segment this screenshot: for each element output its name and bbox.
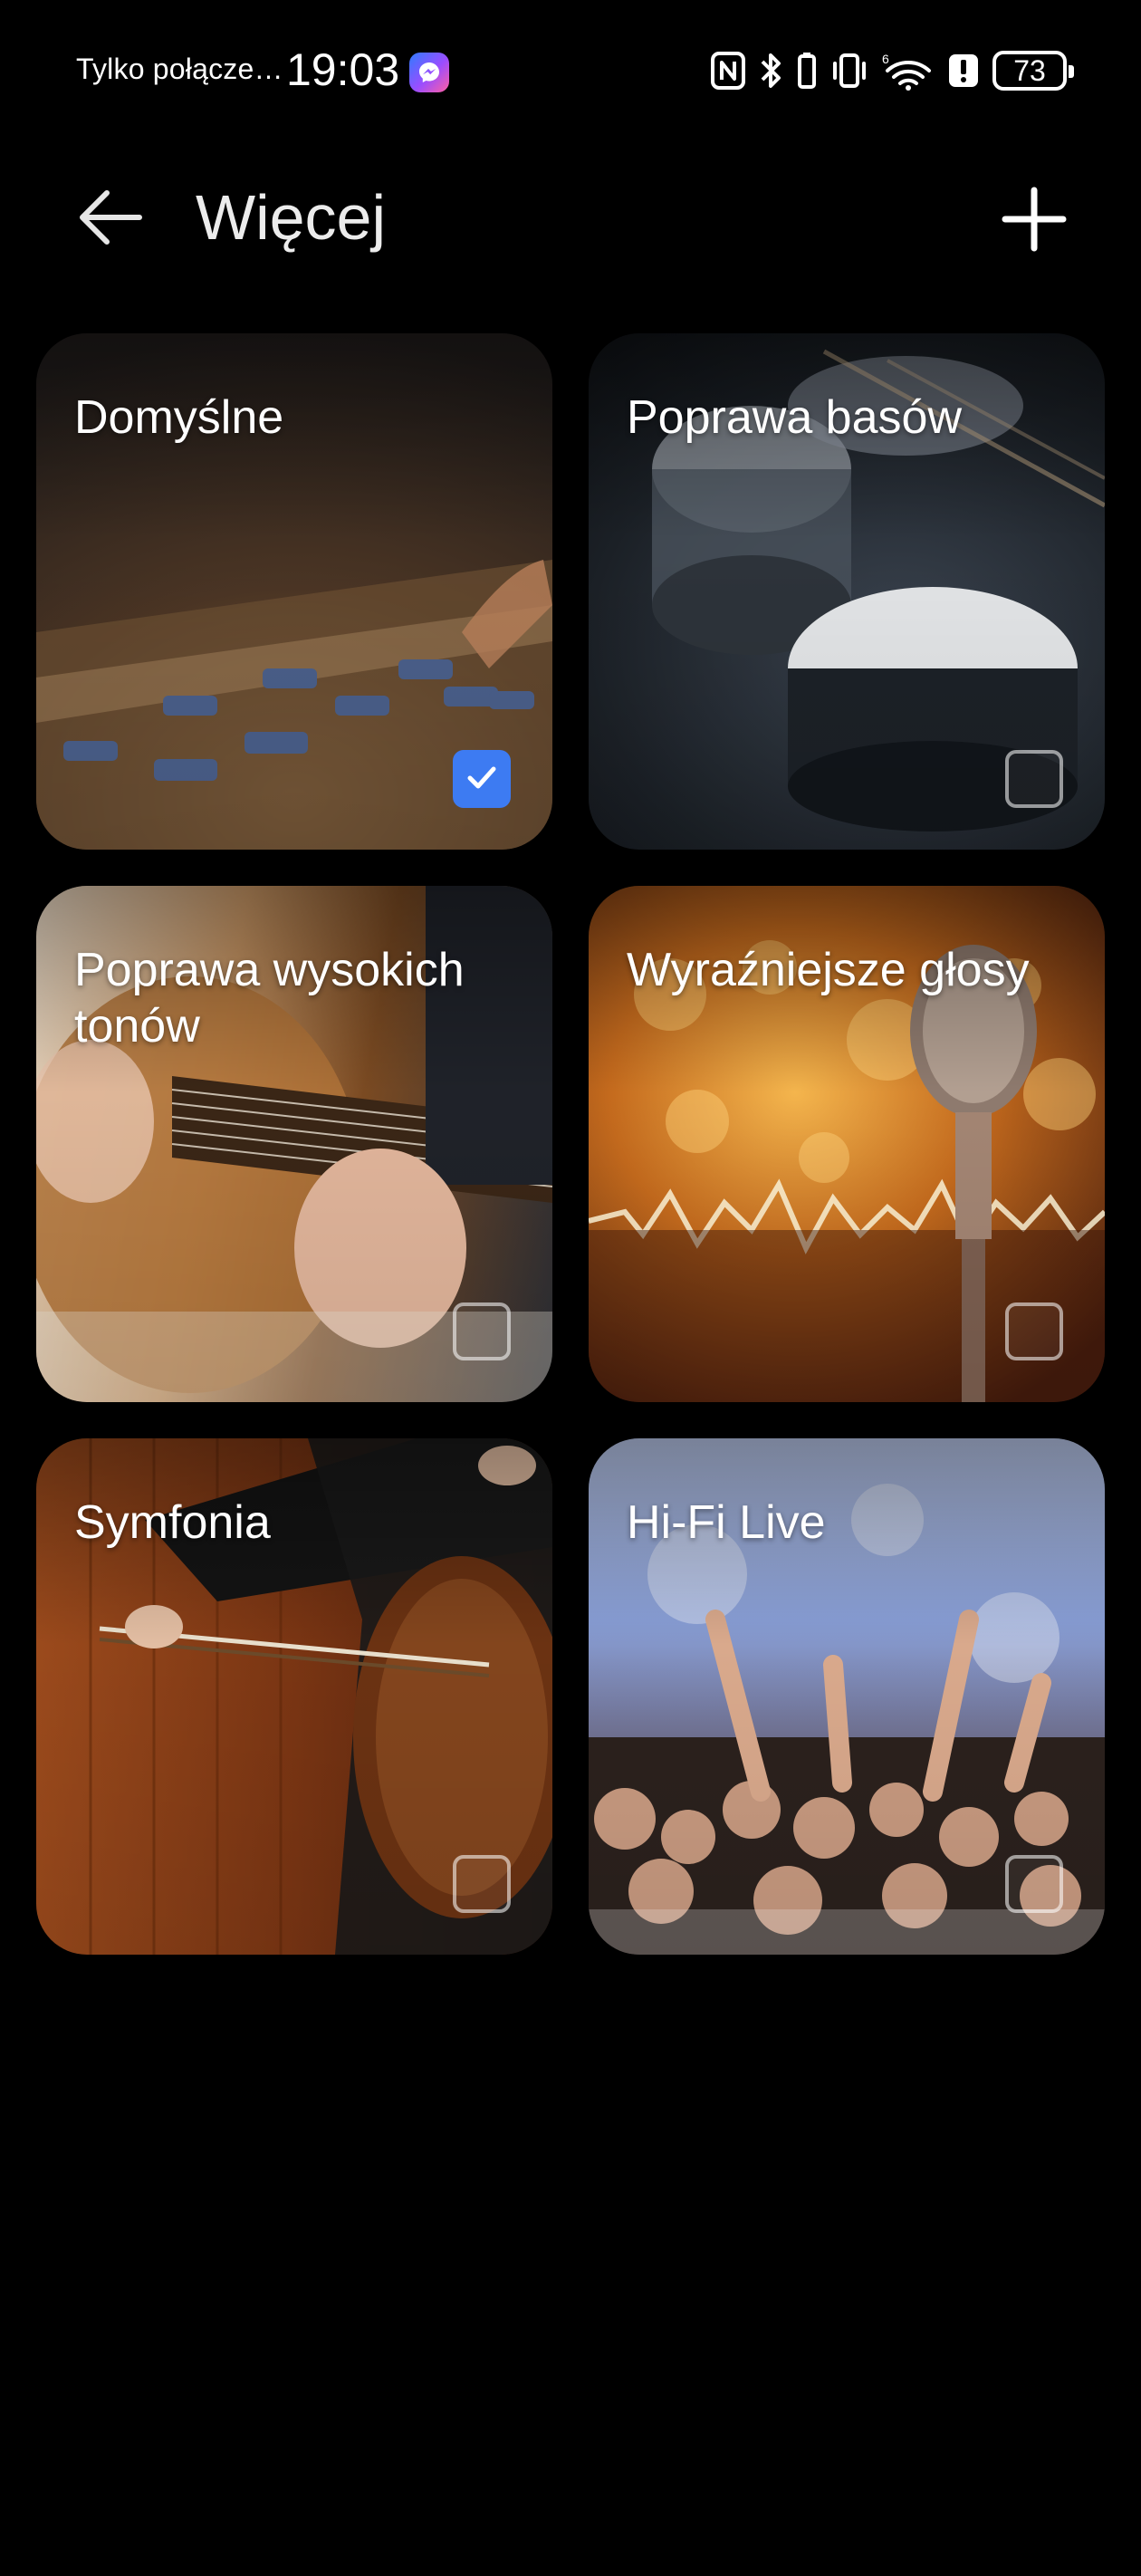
preset-grid: Domyślne Poprawa basów Poprawa wysokich … [36,333,1105,1955]
checkbox[interactable] [1005,750,1063,808]
plus-icon [1002,187,1067,256]
nfc-icon [710,51,746,91]
battery-icon: 73 [992,51,1074,91]
preset-label: Poprawa wysokich tonów [74,944,465,1053]
checkbox-checked[interactable] [453,750,511,808]
vibrate-icon [829,51,869,91]
checkbox[interactable] [1005,1855,1063,1913]
battery-level: 73 [1013,54,1046,87]
checkmark-icon [464,759,500,800]
preset-label: Hi-Fi Live [627,1496,826,1549]
bluetooth-icon [759,51,784,91]
messenger-icon [409,53,449,92]
battery-small-icon [797,51,817,91]
wifi-icon: 6 [882,51,935,91]
clock: 19:03 [286,44,400,95]
preset-card-default[interactable]: Domyślne [36,333,552,850]
carrier-label: Tylko połącze… [76,53,283,85]
preset-card-clearer-voices[interactable]: Wyraźniejsze głosy [589,886,1105,1402]
app-header: Więcej [0,154,1141,272]
preset-card-treble-boost[interactable]: Poprawa wysokich tonów [36,886,552,1402]
status-icons: 6 73 [710,45,1074,96]
preset-label: Symfonia [74,1496,271,1549]
checkbox[interactable] [453,1302,511,1360]
add-button[interactable] [987,174,1081,268]
preset-label: Poprawa basów [627,391,962,444]
status-bar: Tylko połącze… 19:03 6 73 [0,0,1141,136]
page-title: Więcej [196,182,387,253]
preset-label: Wyraźniejsze głosy [627,944,1030,996]
checkbox[interactable] [453,1855,511,1913]
svg-text:6: 6 [882,52,889,66]
alert-icon [947,51,980,91]
back-arrow-icon [76,187,145,252]
preset-card-hifi-live[interactable]: Hi-Fi Live [589,1438,1105,1955]
preset-card-symphony[interactable]: Symfonia [36,1438,552,1955]
preset-label: Domyślne [74,391,284,444]
checkbox[interactable] [1005,1302,1063,1360]
back-button[interactable] [65,174,156,264]
preset-card-bass-boost[interactable]: Poprawa basów [589,333,1105,850]
